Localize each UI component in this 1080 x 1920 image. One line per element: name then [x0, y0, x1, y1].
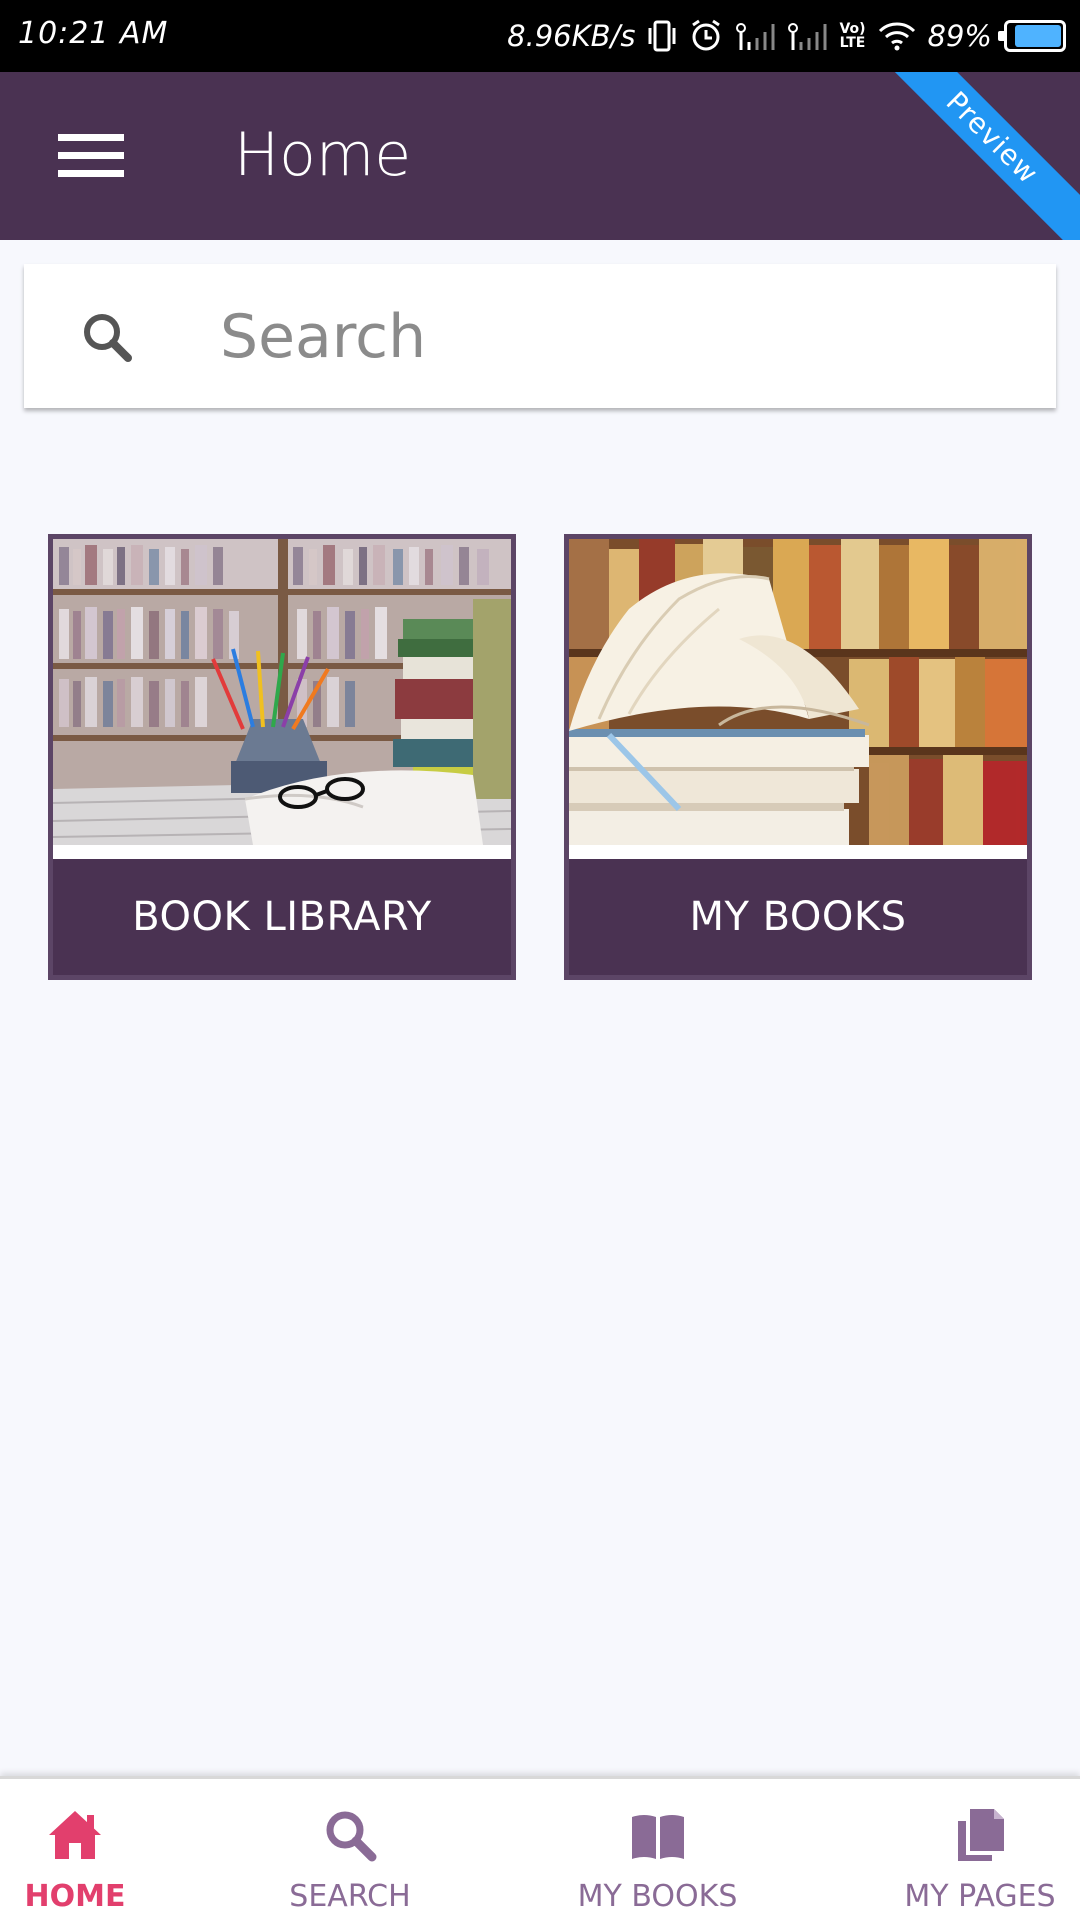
search-bar[interactable] [24, 264, 1056, 408]
search-icon [326, 1811, 377, 1862]
nav-label-my-pages: MY PAGES [904, 1879, 1056, 1914]
volte-icon: Vo) LTE [839, 21, 866, 51]
status-icons: 8.96KB/s Vo) LTE 89% [507, 14, 1066, 58]
nav-item-search[interactable]: SEARCH [270, 1779, 430, 1920]
network-speed: 8.96KB/s [507, 19, 636, 53]
nav-label-my-books: MY BOOKS [577, 1879, 738, 1914]
open-book-on-stack-photo [569, 539, 1027, 845]
signal-icon [735, 20, 775, 52]
status-bar: 10:21 AM 8.96KB/s Vo) LTE 89% [0, 0, 1080, 72]
book-open-icon [631, 1815, 684, 1859]
bottom-navigation: HOME SEARCH MY BOOKS MY PAGES [0, 1776, 1080, 1920]
page-title: Home [234, 120, 412, 190]
bookshelf-with-pencils-and-glasses-photo [53, 539, 511, 845]
hamburger-menu-icon[interactable] [56, 130, 126, 180]
search-input[interactable] [220, 292, 1020, 382]
nav-label-search: SEARCH [289, 1879, 411, 1914]
wifi-icon [878, 21, 916, 51]
alarm-icon [689, 19, 723, 53]
battery-percent: 89% [927, 19, 992, 53]
home-icon [49, 1811, 101, 1859]
status-time: 10:21 AM [18, 16, 169, 51]
vibrate-icon [647, 18, 677, 54]
nav-item-home[interactable]: HOME [0, 1779, 150, 1920]
nav-item-my-books[interactable]: MY BOOKS [570, 1779, 745, 1920]
book-library-tile[interactable]: BOOK LIBRARY [48, 534, 516, 980]
battery-icon [998, 20, 1066, 52]
app-bar: Home Preview [0, 72, 1080, 240]
my-books-tile[interactable]: MY BOOKS [564, 534, 1032, 980]
pages-copy-icon [958, 1809, 1004, 1861]
my-books-label: MY BOOKS [569, 859, 1027, 975]
nav-item-my-pages[interactable]: MY PAGES [895, 1779, 1065, 1920]
signal-icon [787, 20, 827, 52]
nav-label-home: HOME [24, 1879, 126, 1914]
preview-ribbon: Preview [870, 72, 1080, 240]
book-library-label: BOOK LIBRARY [53, 859, 511, 975]
search-icon[interactable] [78, 308, 138, 368]
